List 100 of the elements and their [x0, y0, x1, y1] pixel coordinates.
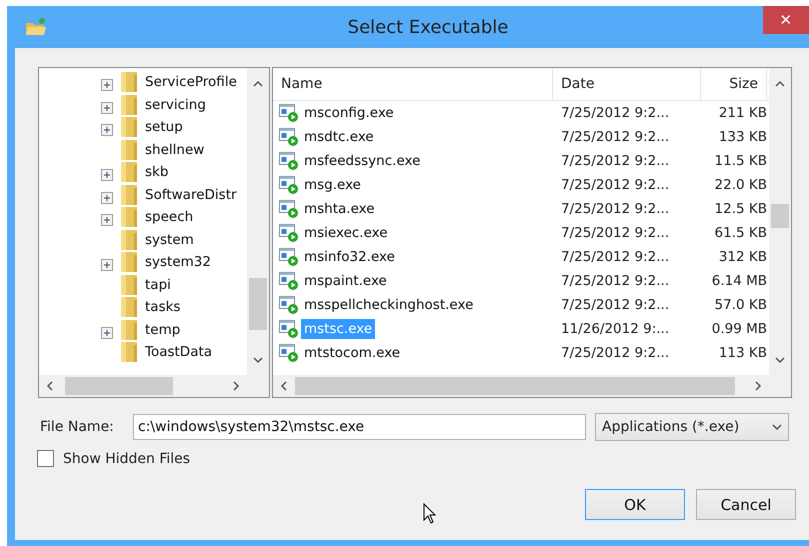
file-name[interactable]: msfeedssync.exe — [301, 151, 424, 171]
column-header[interactable]: Size — [701, 68, 767, 100]
column-header[interactable]: Date — [553, 68, 701, 100]
size-cell-text: 113 KB — [718, 345, 767, 361]
file-name[interactable]: msg.exe — [301, 175, 364, 195]
scroll-up-icon[interactable] — [253, 79, 263, 89]
size-cell-text: 57.0 KB — [714, 297, 767, 313]
application-icon — [279, 343, 299, 363]
cursor-icon — [423, 503, 437, 525]
folder-icon — [120, 71, 138, 94]
scroll-right-icon[interactable] — [231, 381, 241, 391]
scrollbar-thumb[interactable] — [295, 377, 735, 395]
folder-label[interactable]: system32 — [145, 254, 211, 270]
expand-icon[interactable] — [101, 124, 113, 136]
scrollbar-thumb[interactable] — [249, 278, 267, 330]
folder-icon — [120, 296, 138, 318]
ok-button[interactable]: OK — [585, 489, 685, 520]
close-button[interactable]: ✕ — [763, 6, 809, 34]
folder-label[interactable]: shellnew — [145, 142, 204, 158]
file-name[interactable]: msspellcheckinghost.exe — [301, 295, 476, 315]
checkbox-label: Show Hidden Files — [63, 450, 190, 466]
expand-icon[interactable] — [101, 214, 113, 226]
folder-icon — [120, 161, 138, 184]
scrollbar-thumb[interactable] — [771, 204, 789, 228]
file-name-label: File Name: — [39, 419, 115, 435]
expand-icon[interactable] — [101, 79, 113, 92]
file-name[interactable]: mtstocom.exe — [301, 343, 404, 363]
expand-icon[interactable] — [101, 192, 113, 204]
folder-label[interactable]: SoftwareDistr — [145, 186, 237, 203]
folder-icon — [120, 94, 138, 116]
size-cell-text: 312 KB — [718, 249, 767, 265]
folder-label[interactable]: setup — [145, 119, 183, 136]
folder-label[interactable]: servicing — [145, 96, 206, 113]
folder-icon — [120, 341, 138, 364]
scroll-up-icon[interactable] — [775, 79, 785, 89]
folder-icon — [120, 206, 138, 228]
folder-icon — [120, 228, 138, 251]
application-icon — [279, 151, 299, 171]
folder-label[interactable]: ServiceProfile — [145, 74, 237, 90]
file-name[interactable]: msiexec.exe — [301, 223, 391, 243]
horizontal-scrollbar[interactable] — [39, 375, 247, 397]
application-icon — [279, 271, 299, 291]
folder-icon — [120, 116, 138, 138]
application-icon — [279, 295, 299, 315]
expand-icon[interactable] — [101, 169, 113, 182]
scroll-left-icon[interactable] — [45, 381, 55, 391]
file-name[interactable]: msinfo32.exe — [301, 247, 398, 267]
folder-label[interactable]: system — [145, 232, 194, 248]
application-icon — [279, 175, 299, 195]
folder-label[interactable]: skb — [145, 164, 168, 180]
vertical-scrollbar[interactable] — [769, 68, 791, 375]
file-name-field[interactable]: c:\windows\system32\mstsc.exe — [133, 414, 586, 440]
application-icon — [279, 199, 299, 219]
expand-icon[interactable] — [101, 102, 113, 114]
scroll-left-icon[interactable] — [279, 381, 289, 391]
application-icon — [279, 223, 299, 243]
date-cell-text: 7/25/2012 9:2... — [560, 177, 670, 193]
folder-label[interactable]: tasks — [145, 299, 180, 316]
date-cell-text: 7/25/2012 9:2... — [560, 225, 670, 241]
file-name[interactable]: mspaint.exe — [301, 271, 390, 291]
date-cell-text: 7/25/2012 9:2... — [560, 153, 670, 169]
scroll-right-icon[interactable] — [753, 381, 763, 391]
expand-icon[interactable] — [101, 259, 113, 272]
size-cell-text: 12.5 KB — [714, 201, 767, 217]
size-cell-text: 211 KB — [718, 105, 767, 121]
folder-icon — [120, 184, 138, 206]
application-icon — [279, 103, 299, 123]
cancel-button[interactable]: Cancel — [696, 489, 796, 520]
size-cell-text: 133 KB — [718, 129, 767, 145]
date-cell-text: 7/25/2012 9:2... — [560, 273, 670, 289]
size-cell-text: 61.5 KB — [714, 225, 767, 241]
file-type-dropdown[interactable]: Applications (*.exe) — [595, 413, 789, 441]
size-cell-text: 11.5 KB — [714, 153, 767, 169]
application-icon — [279, 127, 299, 147]
folder-label[interactable]: ToastData — [145, 344, 212, 360]
scroll-down-icon[interactable] — [775, 355, 785, 365]
date-cell-text: 7/25/2012 9:2... — [560, 201, 670, 217]
expand-icon[interactable] — [101, 326, 113, 339]
date-cell-text: 7/25/2012 9:2... — [560, 129, 670, 145]
folder-label[interactable]: speech — [145, 209, 194, 226]
vertical-scrollbar[interactable] — [247, 68, 269, 375]
date-cell-text: 7/25/2012 9:2... — [560, 345, 670, 361]
scrollbar-thumb[interactable] — [65, 377, 173, 395]
folder-label[interactable]: temp — [145, 322, 180, 338]
window-title: Select Executable — [348, 16, 508, 38]
file-name[interactable]: mshta.exe — [301, 199, 378, 219]
file-name[interactable]: msdtc.exe — [301, 127, 377, 147]
folder-icon — [120, 318, 138, 341]
file-name[interactable]: msconfig.exe — [301, 103, 397, 123]
checkbox[interactable] — [37, 450, 54, 467]
scroll-down-icon[interactable] — [253, 355, 263, 365]
date-cell-text: 7/25/2012 9:2... — [560, 297, 670, 313]
column-header[interactable]: Name — [273, 68, 553, 100]
date-cell-text: 7/25/2012 9:2... — [560, 249, 670, 265]
date-cell-text: 11/26/2012 9:... — [560, 321, 670, 337]
horizontal-scrollbar[interactable] — [273, 375, 769, 397]
folder-icon — [25, 17, 47, 37]
folder-icon — [120, 251, 138, 274]
folder-icon — [120, 138, 138, 161]
folder-label[interactable]: tapi — [145, 276, 171, 293]
